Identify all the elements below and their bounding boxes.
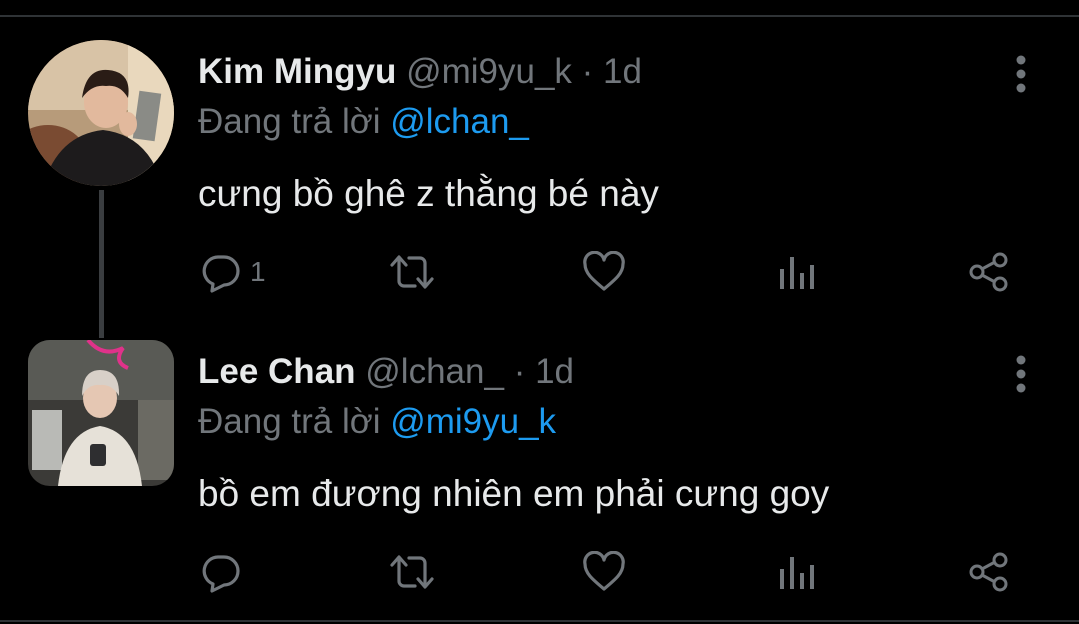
replying-to: Đang trả lời @mi9yu_k <box>198 402 556 442</box>
avatar[interactable] <box>28 340 174 486</box>
views-icon <box>780 557 814 589</box>
reply-icon <box>202 255 240 293</box>
reply-mention-link[interactable]: @mi9yu_k <box>390 402 556 441</box>
retweet-button[interactable] <box>388 548 444 596</box>
tweet-header: Lee Chan @lchan_ · 1d <box>198 352 574 392</box>
share-button[interactable] <box>968 548 1010 596</box>
more-options-icon[interactable] <box>1006 52 1036 96</box>
views-icon <box>780 257 814 289</box>
tweet-kim-mingyu[interactable]: Kim Mingyu @mi9yu_k · 1d Đang trả lời @l… <box>0 40 1079 330</box>
share-icon <box>969 552 1008 592</box>
tweet-lee-chan[interactable]: Lee Chan @lchan_ · 1d Đang trả lời @mi9y… <box>0 340 1079 610</box>
replying-to: Đang trả lời @lchan_ <box>198 102 529 142</box>
reply-mention-link[interactable]: @lchan_ <box>390 102 529 141</box>
like-icon <box>583 251 625 291</box>
timestamp[interactable]: 1d <box>535 352 574 391</box>
user-handle[interactable]: @lchan_ <box>365 352 504 391</box>
views-button[interactable] <box>778 548 816 596</box>
reply-button[interactable] <box>200 548 250 596</box>
display-name[interactable]: Lee Chan <box>198 352 356 391</box>
reply-prefix: Đang trả lời <box>198 102 381 141</box>
views-button[interactable] <box>778 248 816 296</box>
user-handle[interactable]: @mi9yu_k <box>406 52 572 91</box>
tweet-text: cưng bồ ghê z thằng bé này <box>198 173 659 214</box>
retweet-icon <box>390 255 434 289</box>
reply-count: 1 <box>250 256 266 287</box>
avatar[interactable] <box>28 40 174 186</box>
like-icon <box>583 551 625 591</box>
top-divider <box>0 15 1079 17</box>
like-button[interactable] <box>582 248 634 296</box>
retweet-icon <box>390 555 434 589</box>
more-options-icon[interactable] <box>1006 352 1036 396</box>
reply-button[interactable]: 1 <box>200 248 266 296</box>
bottom-divider <box>0 620 1079 622</box>
reply-icon <box>202 555 240 593</box>
retweet-button[interactable] <box>388 248 444 296</box>
timestamp[interactable]: 1d <box>603 52 642 91</box>
display-name[interactable]: Kim Mingyu <box>198 52 396 91</box>
separator-dot: · <box>581 52 594 91</box>
like-button[interactable] <box>582 548 634 596</box>
tweet-text: bồ em đương nhiên em phải cưng goy <box>198 473 830 514</box>
reply-prefix: Đang trả lời <box>198 402 381 441</box>
share-button[interactable] <box>968 248 1010 296</box>
tweet-header: Kim Mingyu @mi9yu_k · 1d <box>198 52 642 92</box>
separator-dot: · <box>513 352 526 391</box>
share-icon <box>969 252 1008 292</box>
